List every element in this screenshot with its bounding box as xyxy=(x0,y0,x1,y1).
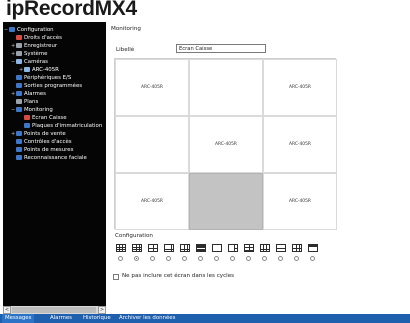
grid-cell[interactable]: ARC-405R xyxy=(263,59,337,116)
layout-cinema-icon[interactable] xyxy=(308,244,318,252)
tree-item-enregistreur[interactable]: + Enregistreur xyxy=(11,42,57,50)
layout-wide-icon[interactable] xyxy=(196,244,206,252)
layout-radio[interactable] xyxy=(150,256,155,261)
grid-cell[interactable]: ARC-405R xyxy=(115,173,189,230)
tab-alarmes[interactable]: Alarmes xyxy=(47,314,75,323)
scroll-thumb[interactable] xyxy=(12,307,96,313)
alarm-icon xyxy=(16,91,22,96)
tree-item-ecran-caisse[interactable]: Ecran Caisse xyxy=(19,114,67,122)
monitor-icon xyxy=(9,27,15,32)
layout-radio[interactable] xyxy=(230,256,235,261)
tab-messages[interactable]: Messages xyxy=(2,314,35,323)
layout-split-icon[interactable] xyxy=(276,244,286,252)
layout-radio[interactable] xyxy=(182,256,187,261)
system-icon xyxy=(16,51,22,56)
layout-4x4-icon[interactable] xyxy=(116,244,126,252)
layout-2-plus-8-icon[interactable] xyxy=(260,244,270,252)
libelle-label: Libellé xyxy=(116,47,135,53)
grid-cell[interactable]: ARC-405R xyxy=(115,59,189,116)
plate-icon xyxy=(24,123,30,128)
tree-item-configuration[interactable]: − Configuration xyxy=(4,26,54,34)
layout-1-plus-12-icon[interactable] xyxy=(244,244,254,252)
tree-item-plaques[interactable]: Plaques d'immatriculation xyxy=(19,122,102,130)
app-header: ipRecordMX4 xyxy=(0,0,410,22)
tree-item-sorties-programmees[interactable]: Sorties programmées xyxy=(11,82,82,90)
layout-1-plus-3-icon[interactable] xyxy=(228,244,238,252)
grid-cell[interactable]: ARC-405R xyxy=(263,116,337,173)
layout-radio[interactable] xyxy=(294,256,299,261)
exclude-from-cycles-label: Ne pas inclure cet écran dans les cycles xyxy=(122,273,235,279)
layout-radio-selected[interactable] xyxy=(134,256,139,261)
layout-radio[interactable] xyxy=(278,256,283,261)
tree-item-peripheriques[interactable]: Périphériques E/S xyxy=(11,74,71,82)
tab-historique[interactable]: Historique xyxy=(80,314,114,323)
tree-item-reconnaissance-faciale[interactable]: Reconnaissance faciale xyxy=(11,154,87,162)
face-icon xyxy=(16,155,22,160)
key-icon xyxy=(16,35,22,40)
exclude-from-cycles-checkbox[interactable] xyxy=(113,274,119,280)
sidebar-horizontal-scrollbar[interactable]: < > xyxy=(3,306,106,314)
layout-3x2-icon[interactable] xyxy=(292,244,302,252)
camera-device-icon xyxy=(24,67,30,72)
tree-item-alarmes[interactable]: + Alarmes xyxy=(11,90,46,98)
layout-radio[interactable] xyxy=(198,256,203,261)
layout-radio[interactable] xyxy=(262,256,267,261)
layout-2x2-icon[interactable] xyxy=(148,244,158,252)
scroll-right-button[interactable]: > xyxy=(98,306,106,314)
tree-item-arc-405r[interactable]: + ARC-405R xyxy=(19,66,59,74)
tree-item-plans[interactable]: Plans xyxy=(11,98,38,106)
grid-cell[interactable]: ARC-405R xyxy=(263,173,337,230)
tab-archiver[interactable]: Archiver les données xyxy=(116,314,178,323)
layout-radio[interactable] xyxy=(246,256,251,261)
tree-item-points-de-mesures[interactable]: Points de mesures xyxy=(11,146,73,154)
layout-3x3-icon[interactable] xyxy=(132,244,142,252)
camera-grid: ARC-405R ARC-405R ARC-405R ARC-405R ARC-… xyxy=(114,58,337,230)
grid-cell[interactable] xyxy=(115,116,189,173)
monitoring-panel: Monitoring Libellé ARC-405R ARC-405R ARC… xyxy=(108,22,407,314)
scroll-left-button[interactable]: < xyxy=(3,306,11,314)
app-title: ipRecordMX4 xyxy=(6,0,137,20)
screen-icon xyxy=(24,115,30,120)
recorder-icon xyxy=(16,43,22,48)
access-icon xyxy=(16,139,22,144)
store-icon xyxy=(16,131,22,136)
tree-item-droits-acces[interactable]: Droits d'accès xyxy=(11,34,62,42)
tree-item-points-de-vente[interactable]: + Points de vente xyxy=(11,130,66,138)
camera-icon xyxy=(16,59,22,64)
output-icon xyxy=(16,83,22,88)
grid-cell-empty[interactable] xyxy=(189,173,263,230)
io-icon xyxy=(16,75,22,80)
libelle-input[interactable] xyxy=(176,44,266,53)
measure-icon xyxy=(16,147,22,152)
tree-item-cameras[interactable]: − Caméras xyxy=(11,58,48,66)
bottom-tab-bar: Messages Alarmes Historique Archiver les… xyxy=(0,314,410,323)
layout-radio[interactable] xyxy=(118,256,123,261)
navigation-tree[interactable]: − Configuration Droits d'accès + Enregistr… xyxy=(3,22,106,314)
layout-radio[interactable] xyxy=(310,256,315,261)
layout-1x1-icon[interactable] xyxy=(212,244,222,252)
layout-radio[interactable] xyxy=(166,256,171,261)
layout-1-plus-7-icon[interactable] xyxy=(180,244,190,252)
tree-item-systeme[interactable]: + Système xyxy=(11,50,47,58)
layout-radio[interactable] xyxy=(214,256,219,261)
tree-item-monitoring[interactable]: − Monitoring xyxy=(11,106,53,114)
tree-item-controles-acces[interactable]: Contrôles d'accès xyxy=(11,138,72,146)
grid-cell[interactable] xyxy=(189,59,263,116)
configuration-title: Configuration xyxy=(115,233,153,239)
page-title: Monitoring xyxy=(111,26,141,32)
grid-cell[interactable]: ARC-405R xyxy=(189,116,263,173)
layout-1-plus-5-icon[interactable] xyxy=(164,244,174,252)
map-icon xyxy=(16,99,22,104)
monitor-icon xyxy=(16,107,22,112)
